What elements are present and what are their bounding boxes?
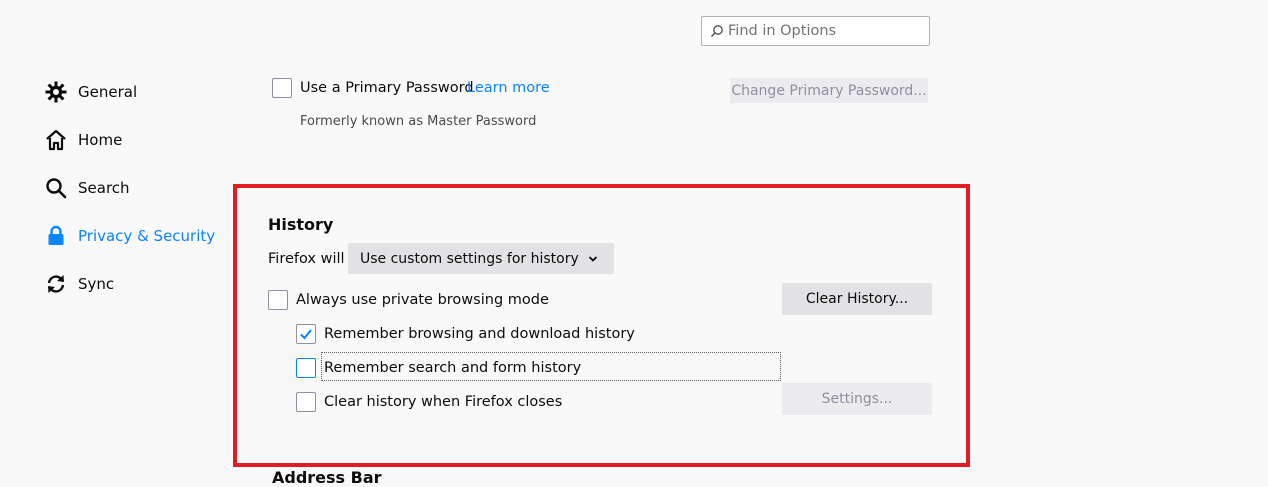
sidebar-item-label: Privacy & Security (78, 227, 216, 245)
sidebar-item-label: Sync (78, 275, 115, 293)
gear-icon (44, 80, 68, 104)
sidebar-item-sync[interactable]: Sync (44, 272, 114, 296)
primary-password-label: Use a Primary Password (300, 80, 474, 96)
sidebar-item-label: Home (78, 131, 123, 149)
home-icon (44, 128, 68, 152)
highlight-annotation-box (233, 184, 970, 467)
change-primary-password-button[interactable]: Change Primary Password... (730, 78, 928, 103)
find-in-options-search[interactable] (701, 16, 930, 46)
primary-password-checkbox[interactable] (272, 78, 292, 98)
sidebar-item-label: General (78, 83, 138, 101)
sync-icon (44, 272, 68, 296)
primary-password-note: Formerly known as Master Password (300, 114, 537, 129)
address-bar-heading: Address Bar (272, 468, 382, 487)
search-input[interactable] (728, 23, 918, 39)
sidebar-item-label: Search (78, 179, 130, 197)
search-icon (711, 25, 723, 37)
lock-icon (44, 224, 68, 248)
sidebar-item-general[interactable]: General (44, 80, 137, 104)
sidebar-item-search[interactable]: Search (44, 176, 130, 200)
search-icon (44, 176, 68, 200)
sidebar-item-privacy-security[interactable]: Privacy & Security (44, 224, 215, 248)
learn-more-link[interactable]: Learn more (467, 80, 550, 96)
sidebar-item-home[interactable]: Home (44, 128, 122, 152)
